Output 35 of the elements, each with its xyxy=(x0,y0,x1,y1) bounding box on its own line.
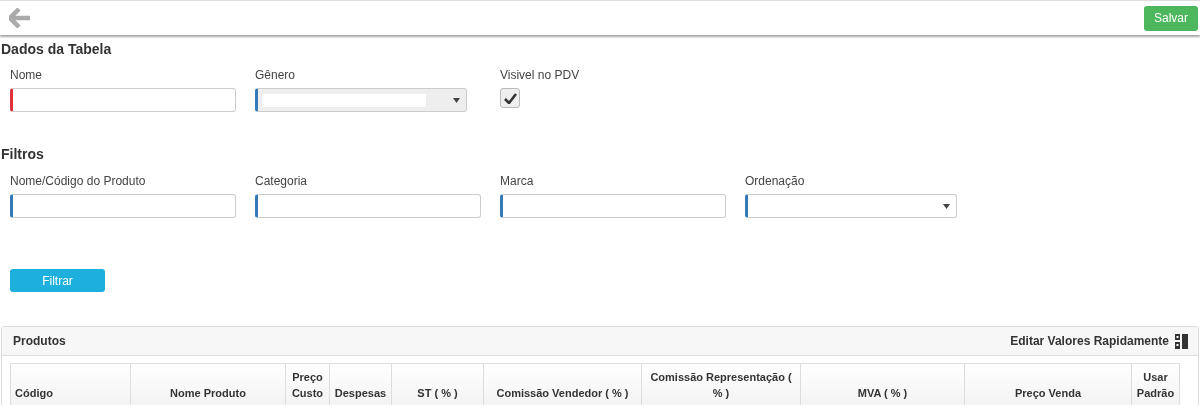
field-label: Nome xyxy=(10,68,43,82)
column-header: Comissão Vendedor ( % ) xyxy=(483,363,642,405)
text-field[interactable] xyxy=(10,194,236,218)
caret-icon xyxy=(453,97,460,103)
field-label: Marca xyxy=(500,174,535,188)
field-label: Visivel no PDV xyxy=(500,68,581,82)
column-header: Código xyxy=(10,363,131,405)
column-header: Despesas xyxy=(329,363,392,405)
quick-edit-link[interactable]: Editar Valores Rapidamente xyxy=(1010,332,1169,350)
field-label: Categoria xyxy=(255,174,309,188)
dropdown-field[interactable] xyxy=(255,88,467,112)
checkbox[interactable] xyxy=(500,88,520,108)
field-label: Nome/Código do Produto xyxy=(10,174,147,188)
grid-icon[interactable] xyxy=(1175,333,1188,349)
dropdown-field[interactable] xyxy=(745,194,957,218)
field-label: Ordenação xyxy=(745,174,806,188)
column-header: Preço Custo xyxy=(285,363,330,405)
back-arrow-icon[interactable] xyxy=(9,8,31,28)
section-title: Dados da Tabela xyxy=(1,40,113,58)
caret-icon xyxy=(943,203,950,209)
text-field[interactable] xyxy=(500,194,726,218)
filter-button[interactable]: Filtrar xyxy=(10,269,105,292)
check-icon xyxy=(503,92,517,104)
section-title: Filtros xyxy=(1,145,45,163)
text-field[interactable] xyxy=(10,88,236,112)
column-header: Comissão Representação ( % ) xyxy=(641,363,801,405)
column-header: MVA ( % ) xyxy=(800,363,965,405)
column-header: Nome Produto xyxy=(130,363,286,405)
save-button[interactable]: Salvar xyxy=(1144,5,1198,31)
panel-title: Produtos xyxy=(13,333,66,350)
text-field[interactable] xyxy=(255,194,481,218)
column-header: ST ( % ) xyxy=(391,363,484,405)
field-label: Gênero xyxy=(255,68,297,82)
column-header: Usar Padrão xyxy=(1131,363,1180,405)
column-header: Preço Venda xyxy=(964,363,1132,405)
